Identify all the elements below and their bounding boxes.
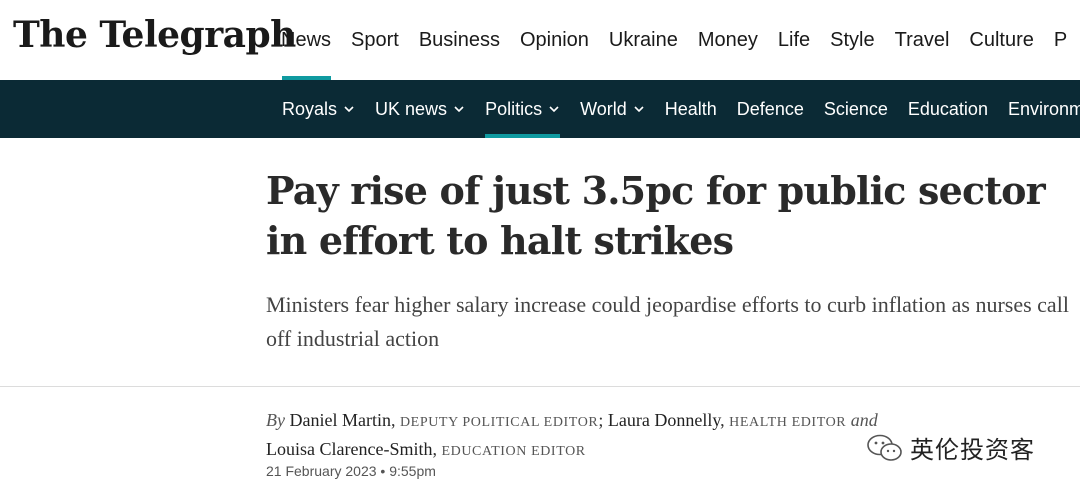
author-role: Health Editor — [729, 415, 847, 430]
subnav-item-defence[interactable]: Defence — [727, 80, 814, 138]
subnav-item-environment[interactable]: Environm — [998, 80, 1080, 138]
subnav-item-label: Politics — [485, 99, 543, 119]
nav-item-ukraine[interactable]: Ukraine — [599, 0, 688, 80]
main-nav: News Sport Business Opinion Ukraine Mone… — [271, 0, 1077, 80]
nav-item-style[interactable]: Style — [820, 0, 884, 80]
masthead: The Telegraph News Sport Business Opinio… — [0, 0, 1080, 80]
article-byline: By Daniel Martin, Deputy Political Edito… — [266, 410, 878, 459]
nav-item-business[interactable]: Business — [409, 0, 510, 80]
divider — [0, 386, 1080, 387]
byline-conjunction: and — [850, 410, 878, 430]
author-link[interactable]: Louisa Clarence-Smith — [266, 439, 432, 459]
nav-item-sport[interactable]: Sport — [341, 0, 409, 80]
nav-item-life[interactable]: Life — [768, 0, 820, 80]
nav-item-truncated[interactable]: P — [1044, 0, 1077, 80]
subnav-item-education[interactable]: Education — [898, 80, 998, 138]
publish-date: 21 February 2023 • 9:55pm — [266, 463, 436, 479]
subnav-item-label: World — [580, 99, 627, 119]
author-link[interactable]: Daniel Martin — [289, 410, 390, 430]
subnav-item-label: Science — [823, 99, 888, 119]
chevron-down-icon — [633, 103, 645, 115]
wechat-icon — [866, 433, 904, 463]
nav-item-money[interactable]: Money — [688, 0, 768, 80]
chevron-down-icon — [343, 103, 355, 115]
author-role: Education Editor — [441, 444, 586, 459]
article-headline: Pay rise of just 3.5pc for public sector… — [266, 168, 1046, 263]
nav-item-news[interactable]: News — [271, 0, 341, 80]
subnav-item-label: Royals — [282, 99, 338, 119]
nav-item-opinion[interactable]: Opinion — [510, 0, 599, 80]
author-link[interactable]: Laura Donnelly — [608, 410, 720, 430]
nav-item-culture[interactable]: Culture — [959, 0, 1043, 80]
byline-by: By — [266, 410, 285, 430]
telegraph-logo[interactable]: The Telegraph — [13, 14, 296, 56]
subnav-item-label: Defence — [736, 99, 804, 119]
subnav-item-uk-news[interactable]: UK news — [365, 80, 475, 138]
nav-item-travel[interactable]: Travel — [885, 0, 960, 80]
subnav-item-royals[interactable]: Royals — [272, 80, 365, 138]
chevron-down-icon — [453, 103, 465, 115]
subnav-item-world[interactable]: World — [570, 80, 655, 138]
section-subnav: Royals UK news Politics World Health Def… — [0, 80, 1080, 138]
subnav-item-science[interactable]: Science — [814, 80, 898, 138]
author-role: Deputy Political Editor — [399, 415, 599, 430]
subnav-item-label: Environm — [1007, 99, 1080, 119]
watermark-text: 英伦投资客 — [910, 436, 1035, 464]
subnav-item-health[interactable]: Health — [655, 80, 727, 138]
subnav-item-politics[interactable]: Politics — [475, 80, 570, 138]
article-standfirst: Ministers fear higher salary increase co… — [266, 292, 1069, 351]
subnav-item-label: Health — [664, 99, 717, 119]
watermark: 英伦投资客 — [866, 430, 1035, 465]
subnav-item-label: Education — [907, 99, 988, 119]
subnav-item-label: UK news — [375, 99, 448, 119]
subnav-list: Royals UK news Politics World Health Def… — [272, 80, 1080, 138]
chevron-down-icon — [548, 103, 560, 115]
